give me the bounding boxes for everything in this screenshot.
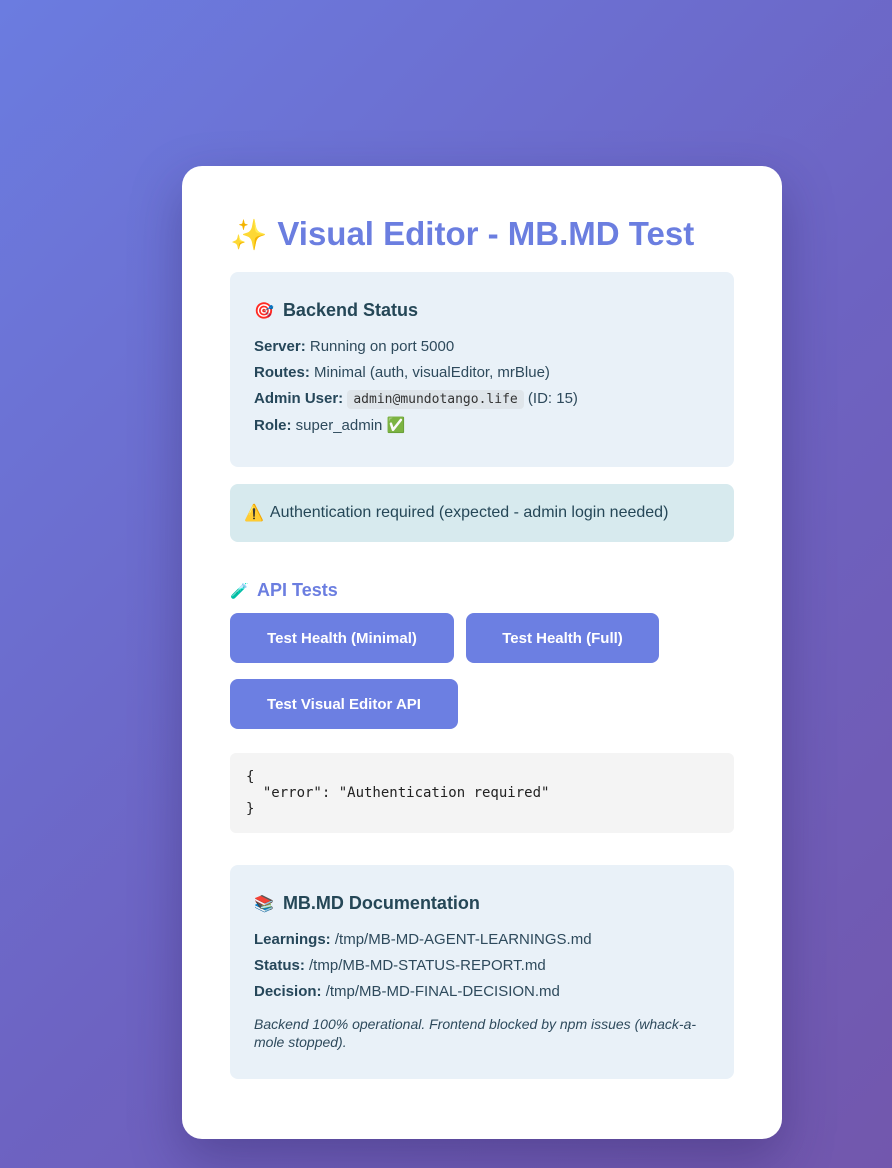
routes-row: Routes: Minimal (auth, visualEditor, mrB…	[254, 360, 710, 386]
admin-email: admin@mundotango.life	[347, 390, 524, 409]
main-card: ✨ Visual Editor - MB.MD Test 🎯 Backend St…	[182, 166, 782, 1139]
backend-status-heading-text: Backend Status	[282, 300, 418, 320]
server-row: Server: Running on port 5000	[254, 334, 710, 360]
docs-heading: 📚 MB.MD Documentation	[254, 891, 710, 917]
api-test-buttons: Test Health (Minimal) Test Health (Full)…	[230, 613, 734, 729]
backend-status-heading: 🎯 Backend Status	[254, 298, 710, 324]
routes-value: Minimal (auth, visualEditor, mrBlue)	[314, 364, 550, 381]
status-row: Status: /tmp/MB-MD-STATUS-REPORT.md	[254, 953, 710, 979]
backend-status-panel: 🎯 Backend Status Server: Running on port…	[230, 272, 734, 467]
admin-user-row: Admin User: admin@mundotango.life (ID: 1…	[254, 386, 710, 413]
role-label: Role:	[254, 417, 292, 434]
page-title-text: Visual Editor - MB.MD Test	[277, 215, 695, 252]
role-value: super_admin	[295, 417, 383, 434]
books-icon: 📚	[254, 896, 274, 913]
decision-label: Decision:	[254, 983, 322, 1000]
page-title: ✨ Visual Editor - MB.MD Test	[230, 214, 734, 254]
auth-alert-text: Authentication required (expected - admi…	[269, 504, 669, 521]
test-health-minimal-button[interactable]: Test Health (Minimal)	[230, 613, 454, 663]
role-row: Role: super_admin ✅	[254, 413, 710, 439]
docs-heading-text: MB.MD Documentation	[282, 893, 480, 913]
sparkles-icon: ✨	[230, 219, 268, 252]
status-label: Status:	[254, 957, 305, 974]
check-mark-icon: ✅	[386, 417, 406, 434]
test-tube-icon: 🧪	[230, 583, 249, 600]
admin-user-label: Admin User:	[254, 390, 344, 407]
admin-id: (ID: 15)	[527, 390, 578, 407]
api-tests-heading-text: API Tests	[257, 580, 338, 600]
test-visual-editor-api-button[interactable]: Test Visual Editor API	[230, 679, 458, 729]
api-result-output: { "error": "Authentication required" }	[230, 753, 734, 833]
learnings-path: /tmp/MB-MD-AGENT-LEARNINGS.md	[334, 931, 592, 948]
learnings-row: Learnings: /tmp/MB-MD-AGENT-LEARNINGS.md	[254, 927, 710, 953]
server-label: Server:	[254, 338, 306, 355]
decision-row: Decision: /tmp/MB-MD-FINAL-DECISION.md	[254, 979, 710, 1005]
api-tests-heading: 🧪 API Tests	[230, 577, 734, 603]
docs-note: Backend 100% operational. Frontend block…	[254, 1016, 697, 1050]
routes-label: Routes:	[254, 364, 310, 381]
warning-icon: ⚠️	[244, 505, 264, 522]
server-value: Running on port 5000	[309, 338, 455, 355]
test-health-full-button[interactable]: Test Health (Full)	[466, 613, 659, 663]
decision-path: /tmp/MB-MD-FINAL-DECISION.md	[325, 983, 560, 1000]
docs-panel: 📚 MB.MD Documentation Learnings: /tmp/MB…	[230, 865, 734, 1079]
learnings-label: Learnings:	[254, 931, 331, 948]
target-icon: 🎯	[254, 303, 274, 320]
status-path: /tmp/MB-MD-STATUS-REPORT.md	[309, 957, 546, 974]
auth-alert: ⚠️ Authentication required (expected - a…	[230, 484, 734, 542]
